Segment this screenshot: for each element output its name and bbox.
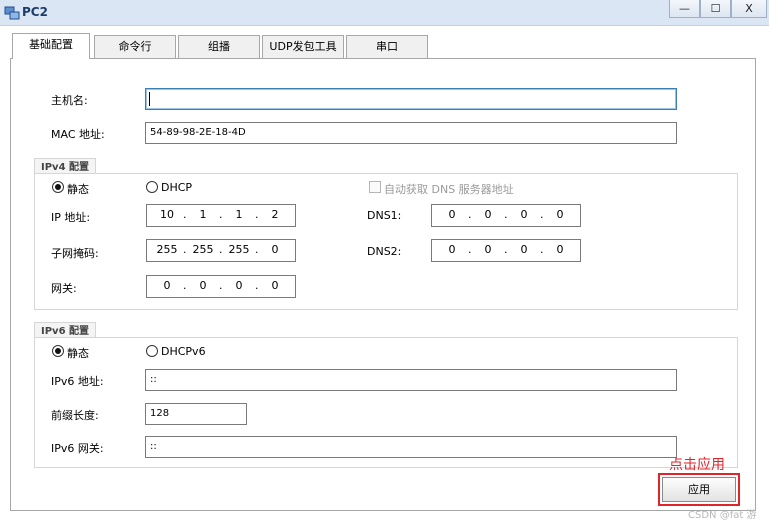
subnet-mask-label: 子网掩码: (51, 247, 99, 260)
hostname-label: 主机名: (51, 94, 88, 107)
gateway-octet: 0 (163, 279, 171, 292)
dns2-label: DNS2: (367, 245, 402, 258)
ipv6-address-label: IPv6 地址: (51, 375, 104, 388)
ip-octet: 1 (235, 208, 243, 221)
ipv4-group-title: IPv4 配置 (34, 158, 97, 173)
close-button[interactable]: X (731, 0, 767, 18)
dns2-octet: 0 (484, 243, 492, 256)
subnet-mask-field[interactable]: 255 . 255 . 255 . 0 (146, 239, 296, 262)
ipv4-static-label: 静态 (67, 183, 89, 196)
auto-dns-checkbox[interactable] (369, 181, 381, 193)
ipv6-address-field[interactable]: :: (145, 369, 677, 391)
dns1-octet: 0 (556, 208, 564, 221)
mask-octet: 255 (228, 243, 250, 256)
dns2-octet: 0 (520, 243, 528, 256)
gateway-octet: 0 (235, 279, 243, 292)
pc-icon (4, 6, 20, 20)
ip-address-label: IP 地址: (51, 211, 91, 224)
tab-command-line[interactable]: 命令行 (94, 35, 176, 58)
dns2-field[interactable]: 0 . 0 . 0 . 0 (431, 239, 581, 262)
mask-octet: 255 (156, 243, 178, 256)
ipv6-group-title: IPv6 配置 (34, 322, 97, 337)
mask-octet: 255 (192, 243, 214, 256)
mac-label: MAC 地址: (51, 128, 105, 141)
prefix-length-label: 前缀长度: (51, 409, 99, 422)
ip-octet: 10 (160, 208, 174, 221)
dns1-label: DNS1: (367, 209, 402, 222)
auto-dns-label: 自动获取 DNS 服务器地址 (384, 183, 514, 196)
ipv4-static-radio[interactable] (52, 181, 64, 193)
title-bar (0, 0, 769, 26)
window-title: PC2 (22, 5, 48, 19)
ipv6-dhcpv6-label: DHCPv6 (161, 345, 206, 358)
dns1-octet: 0 (520, 208, 528, 221)
apply-button[interactable]: 应用 (662, 477, 736, 502)
ipv6-gateway-field[interactable]: :: (145, 436, 677, 458)
dns2-octet: 0 (556, 243, 564, 256)
ipv6-static-label: 静态 (67, 347, 89, 360)
hostname-input[interactable] (145, 88, 677, 110)
gateway-label: 网关: (51, 282, 77, 295)
ip-octet: 1 (199, 208, 207, 221)
gateway-octet: 0 (271, 279, 279, 292)
dns1-octet: 0 (448, 208, 456, 221)
ipv6-static-radio[interactable] (52, 345, 64, 357)
mac-field[interactable]: 54-89-98-2E-18-4D (145, 122, 677, 144)
mask-octet: 0 (271, 243, 279, 256)
dns1-field[interactable]: 0 . 0 . 0 . 0 (431, 204, 581, 227)
ip-address-field[interactable]: 10 . 1 . 1 . 2 (146, 204, 296, 227)
watermark: CSDN @fat 游 (688, 510, 757, 521)
tab-multicast[interactable]: 组播 (178, 35, 260, 58)
gateway-field[interactable]: 0 . 0 . 0 . 0 (146, 275, 296, 298)
tab-basic-config[interactable]: 基础配置 (12, 33, 90, 59)
tab-serial[interactable]: 串口 (346, 35, 428, 58)
ipv4-dhcp-label: DHCP (161, 181, 193, 194)
ipv4-dhcp-radio[interactable] (146, 181, 158, 193)
prefix-length-field[interactable]: 128 (145, 403, 247, 425)
minimize-button[interactable]: — (669, 0, 700, 18)
text-caret (149, 92, 150, 106)
dns2-octet: 0 (448, 243, 456, 256)
annotation-click-apply: 点击应用 (669, 457, 725, 473)
ipv6-dhcpv6-radio[interactable] (146, 345, 158, 357)
ipv6-gateway-label: IPv6 网关: (51, 442, 104, 455)
tab-udp-tool[interactable]: UDP发包工具 (262, 35, 344, 58)
maximize-button[interactable]: ☐ (700, 0, 731, 18)
ip-octet: 2 (271, 208, 279, 221)
dns1-octet: 0 (484, 208, 492, 221)
gateway-octet: 0 (199, 279, 207, 292)
